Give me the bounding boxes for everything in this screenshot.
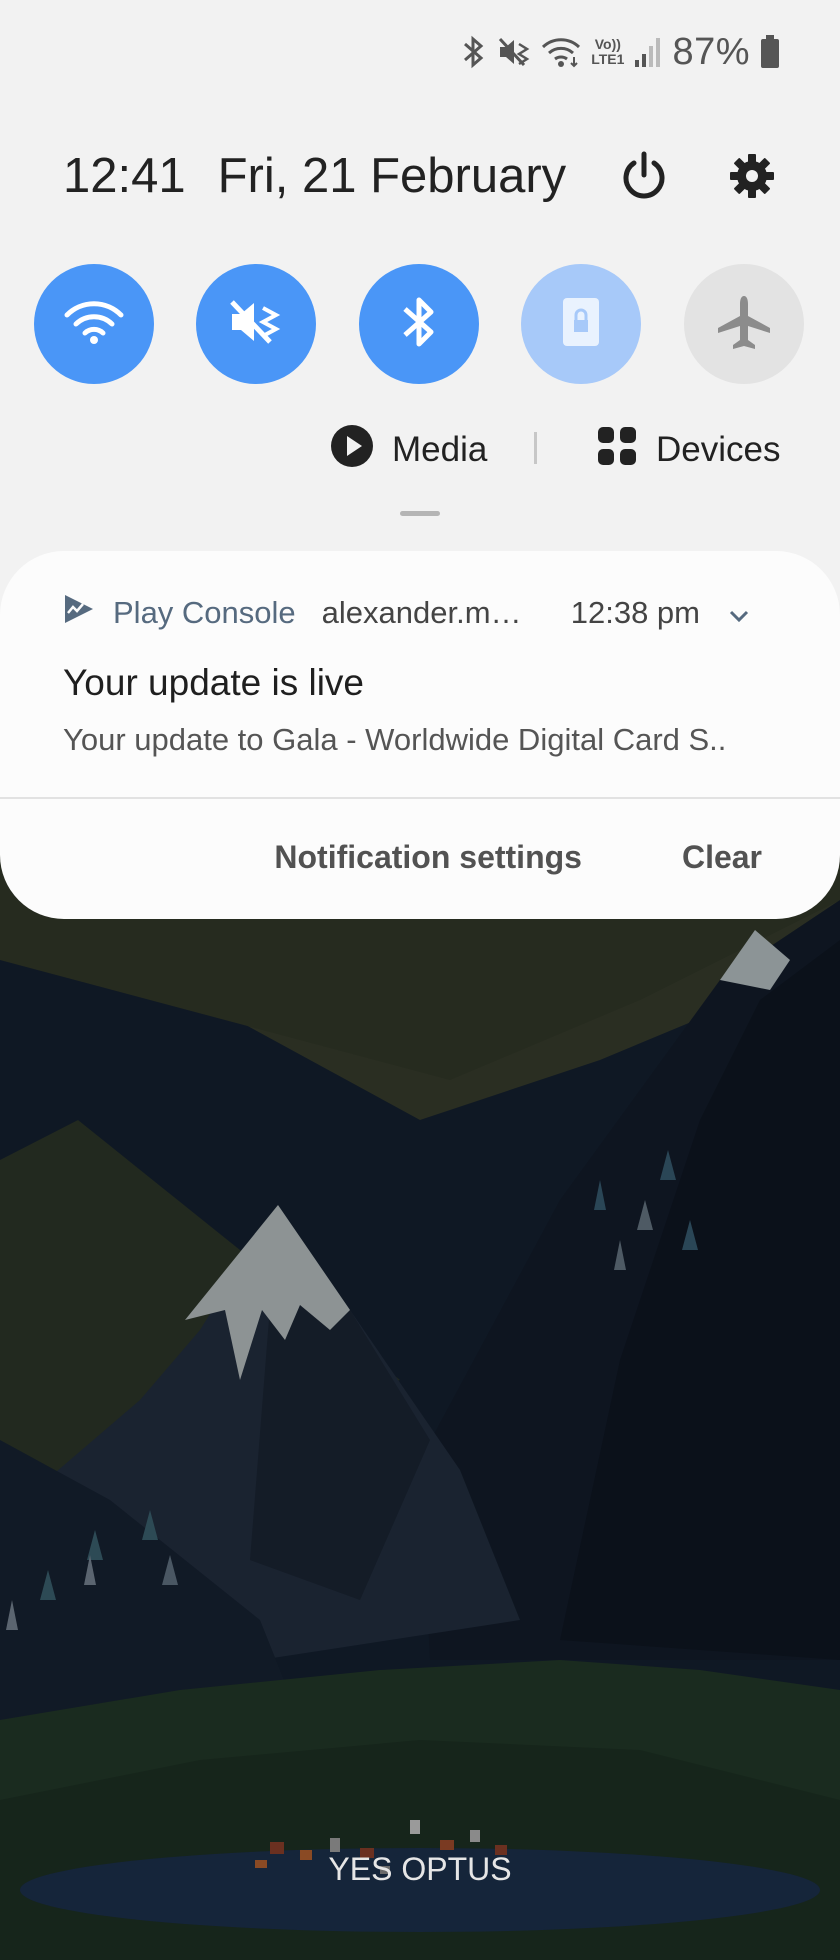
quick-settings-row — [34, 264, 806, 384]
devices-button[interactable]: Devices — [596, 422, 780, 478]
clock-time[interactable]: 12:41 — [63, 148, 186, 204]
media-divider — [534, 432, 537, 464]
signal-icon — [634, 36, 662, 68]
devices-label: Devices — [656, 430, 781, 469]
wifi-icon — [541, 35, 581, 69]
play-icon — [330, 424, 374, 477]
airplane-icon — [714, 292, 774, 357]
wifi-icon — [64, 298, 124, 351]
panel-drag-handle[interactable] — [400, 511, 440, 516]
gear-icon — [728, 152, 776, 205]
account-name: alexander.m… — [321, 595, 522, 630]
media-label: Media — [392, 430, 488, 469]
chevron-down-icon[interactable] — [728, 595, 750, 631]
media-button[interactable]: Media — [330, 422, 487, 478]
qs-wifi-toggle[interactable] — [34, 264, 154, 384]
qs-rotation-toggle[interactable] — [521, 264, 641, 384]
power-button[interactable] — [614, 148, 674, 208]
battery-percent: 87% — [672, 30, 750, 73]
notification-card[interactable]: Play Console alexander.m… 12:38 pm Your … — [0, 551, 840, 919]
status-bar: Vo)) LTE1 87% — [461, 30, 780, 74]
notification-title: Your update is live — [63, 662, 365, 703]
notification-header: Play Console alexander.m… 12:38 pm — [63, 593, 750, 633]
volte-top-label: Vo)) — [594, 36, 621, 52]
qs-airplane-toggle[interactable] — [684, 264, 804, 384]
mute-icon — [228, 296, 284, 353]
notification-actions: Notification settings Clear — [274, 839, 762, 876]
bluetooth-icon — [399, 292, 439, 357]
mute-icon — [497, 35, 531, 69]
volte-bottom-label: LTE1 — [591, 51, 625, 67]
notification-settings-button[interactable]: Notification settings — [274, 839, 582, 876]
app-name: Play Console — [113, 595, 296, 630]
play-console-icon — [63, 593, 95, 633]
clock-date[interactable]: Fri, 21 February — [218, 148, 567, 204]
carrier-label: YES OPTUS — [328, 1851, 512, 1887]
rotation-lock-icon — [561, 296, 601, 353]
clear-button[interactable]: Clear — [682, 839, 762, 876]
notification-divider — [0, 797, 840, 799]
settings-button[interactable] — [722, 148, 782, 208]
clock-row: 12:41 Fri, 21 February — [63, 148, 566, 204]
qs-bluetooth-toggle[interactable] — [359, 264, 479, 384]
battery-icon — [760, 35, 780, 69]
notification-time: 12:38 pm — [570, 595, 700, 630]
devices-icon — [596, 425, 638, 476]
notification-text: Your update to Gala - Worldwide Digital … — [63, 722, 727, 757]
qs-sound-toggle[interactable] — [196, 264, 316, 384]
volte-icon: Vo)) LTE1 — [591, 37, 624, 67]
power-icon — [620, 151, 668, 206]
bluetooth-icon — [461, 34, 487, 70]
